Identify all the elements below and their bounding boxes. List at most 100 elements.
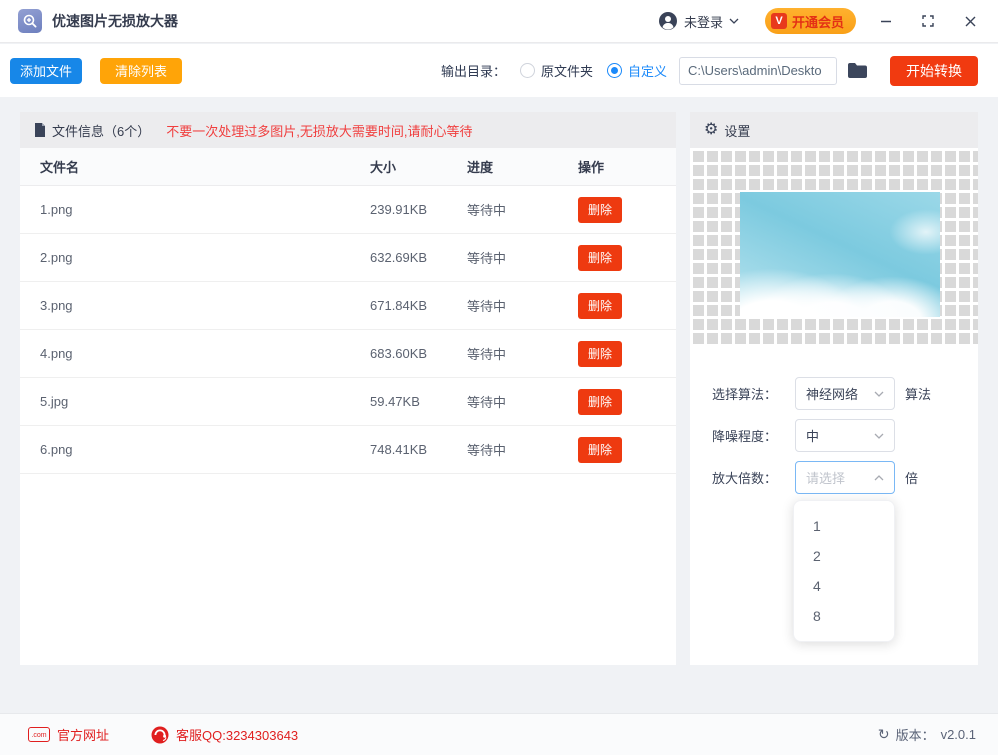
file-name: 4.png [40, 346, 370, 361]
delete-button[interactable]: 删除 [578, 437, 622, 463]
file-name: 3.png [40, 298, 370, 313]
scale-option-8[interactable]: 8 [794, 601, 894, 631]
footer: .com 官方网址 客服QQ:3234303643 ↻ 版本： v2.0.1 [0, 713, 998, 755]
scale-dropdown: 1 2 4 8 [793, 500, 895, 642]
scale-option-1[interactable]: 1 [794, 511, 894, 541]
output-path-input[interactable] [679, 57, 837, 85]
login-menu[interactable]: 未登录 [658, 11, 739, 31]
scale-label: 放大倍数： [712, 468, 795, 487]
noise-value: 中 [806, 426, 819, 445]
com-icon: .com [28, 727, 50, 742]
delete-button[interactable]: 删除 [578, 341, 622, 367]
minimize-button[interactable] [878, 13, 894, 29]
image-preview [740, 192, 940, 317]
radio-custom-folder[interactable]: 自定义 [607, 61, 667, 80]
file-status: 等待中 [467, 392, 578, 411]
radio-original-folder[interactable]: 原文件夹 [520, 61, 593, 80]
titlebar-right: 未登录 V 开通会员 [658, 8, 998, 34]
warning-text: 不要一次处理过多图片,无损放大需要时间,请耐心等待 [166, 121, 472, 140]
scale-select[interactable]: 请选择 [795, 461, 895, 494]
file-size: 59.47KB [370, 394, 467, 409]
delete-button[interactable]: 删除 [578, 197, 622, 223]
delete-button[interactable]: 删除 [578, 389, 622, 415]
maximize-button[interactable] [920, 13, 936, 29]
file-name: 2.png [40, 250, 370, 265]
file-list-panel: 文件信息（6个） 不要一次处理过多图片,无损放大需要时间,请耐心等待 文件名 大… [20, 112, 676, 665]
settings-header: ⚙ 设置 [690, 112, 978, 148]
radio-original-circle [520, 63, 535, 78]
file-status: 等待中 [467, 344, 578, 363]
col-size: 大小 [370, 157, 467, 176]
file-status: 等待中 [467, 248, 578, 267]
file-info-title: 文件信息（6个） [52, 121, 150, 140]
algorithm-value: 神经网络 [806, 384, 858, 403]
file-name: 5.jpg [40, 394, 370, 409]
official-website-link[interactable]: .com 官方网址 [28, 725, 109, 744]
close-button[interactable] [962, 13, 978, 29]
user-avatar-icon [658, 11, 678, 31]
col-filename: 文件名 [40, 157, 370, 176]
file-status: 等待中 [467, 440, 578, 459]
title-bar: 优速图片无损放大器 未登录 V 开通会员 [0, 0, 998, 43]
table-row: 1.png 239.91KB 等待中 删除 [20, 186, 676, 234]
start-convert-button[interactable]: 开始转换 [890, 56, 978, 86]
settings-panel: ⚙ 设置 选择算法： 神经网络 算法 降噪程度： 中 [690, 112, 978, 665]
radio-custom-label: 自定义 [628, 61, 667, 80]
col-action: 操作 [578, 157, 656, 176]
delete-button[interactable]: 删除 [578, 293, 622, 319]
table-row: 3.png 671.84KB 等待中 删除 [20, 282, 676, 330]
refresh-icon[interactable]: ↻ [878, 726, 890, 743]
scale-option-2[interactable]: 2 [794, 541, 894, 571]
algorithm-select[interactable]: 神经网络 [795, 377, 895, 410]
vip-label: 开通会员 [792, 12, 844, 31]
clear-list-button[interactable]: 清除列表 [100, 58, 182, 84]
add-files-button[interactable]: 添加文件 [10, 58, 82, 84]
customer-service-link[interactable]: 客服QQ:3234303643 [151, 725, 298, 744]
gear-icon: ⚙ [704, 122, 718, 138]
table-row: 5.jpg 59.47KB 等待中 删除 [20, 378, 676, 426]
file-size: 748.41KB [370, 442, 467, 457]
noise-label: 降噪程度： [712, 426, 795, 445]
file-status: 等待中 [467, 296, 578, 315]
file-size: 239.91KB [370, 202, 467, 217]
table-header: 文件名 大小 进度 操作 [20, 148, 676, 186]
delete-button[interactable]: 删除 [578, 245, 622, 271]
file-size: 683.60KB [370, 346, 467, 361]
document-icon [34, 123, 46, 137]
version-info: ↻ 版本： v2.0.1 [878, 725, 976, 744]
noise-select[interactable]: 中 [795, 419, 895, 452]
chevron-down-icon [874, 433, 884, 439]
radio-custom-circle [607, 63, 622, 78]
scale-suffix: 倍 [905, 468, 918, 487]
open-vip-button[interactable]: V 开通会员 [765, 8, 856, 34]
scale-placeholder: 请选择 [806, 468, 845, 487]
table-row: 6.png 748.41KB 等待中 删除 [20, 426, 676, 474]
customer-service-label: 客服QQ:3234303643 [176, 725, 298, 744]
app-logo-icon [18, 9, 42, 33]
chevron-down-icon [729, 18, 739, 24]
file-size: 632.69KB [370, 250, 467, 265]
table-row: 4.png 683.60KB 等待中 删除 [20, 330, 676, 378]
output-dir-group: 输出目录： 原文件夹 自定义 开始转换 [441, 56, 998, 86]
browse-folder-icon[interactable] [847, 62, 868, 79]
radio-original-label: 原文件夹 [541, 61, 593, 80]
toolbar: 添加文件 清除列表 输出目录： 原文件夹 自定义 开始转换 [0, 44, 998, 97]
table-row: 2.png 632.69KB 等待中 删除 [20, 234, 676, 282]
app-title: 优速图片无损放大器 [52, 11, 178, 31]
window-controls [878, 13, 978, 29]
algorithm-row: 选择算法： 神经网络 算法 [712, 377, 978, 410]
version-label: 版本： [896, 725, 935, 744]
scale-row: 放大倍数： 请选择 倍 [712, 461, 978, 494]
algorithm-label: 选择算法： [712, 384, 795, 403]
col-progress: 进度 [467, 157, 578, 176]
noise-row: 降噪程度： 中 [712, 419, 978, 452]
vip-badge-icon: V [771, 13, 787, 29]
scale-option-4[interactable]: 4 [794, 571, 894, 601]
file-name: 6.png [40, 442, 370, 457]
file-status: 等待中 [467, 200, 578, 219]
file-size: 671.84KB [370, 298, 467, 313]
output-dir-label: 输出目录： [441, 61, 506, 80]
settings-title: 设置 [724, 121, 750, 140]
chevron-down-icon [874, 391, 884, 397]
chevron-up-icon [874, 475, 884, 481]
